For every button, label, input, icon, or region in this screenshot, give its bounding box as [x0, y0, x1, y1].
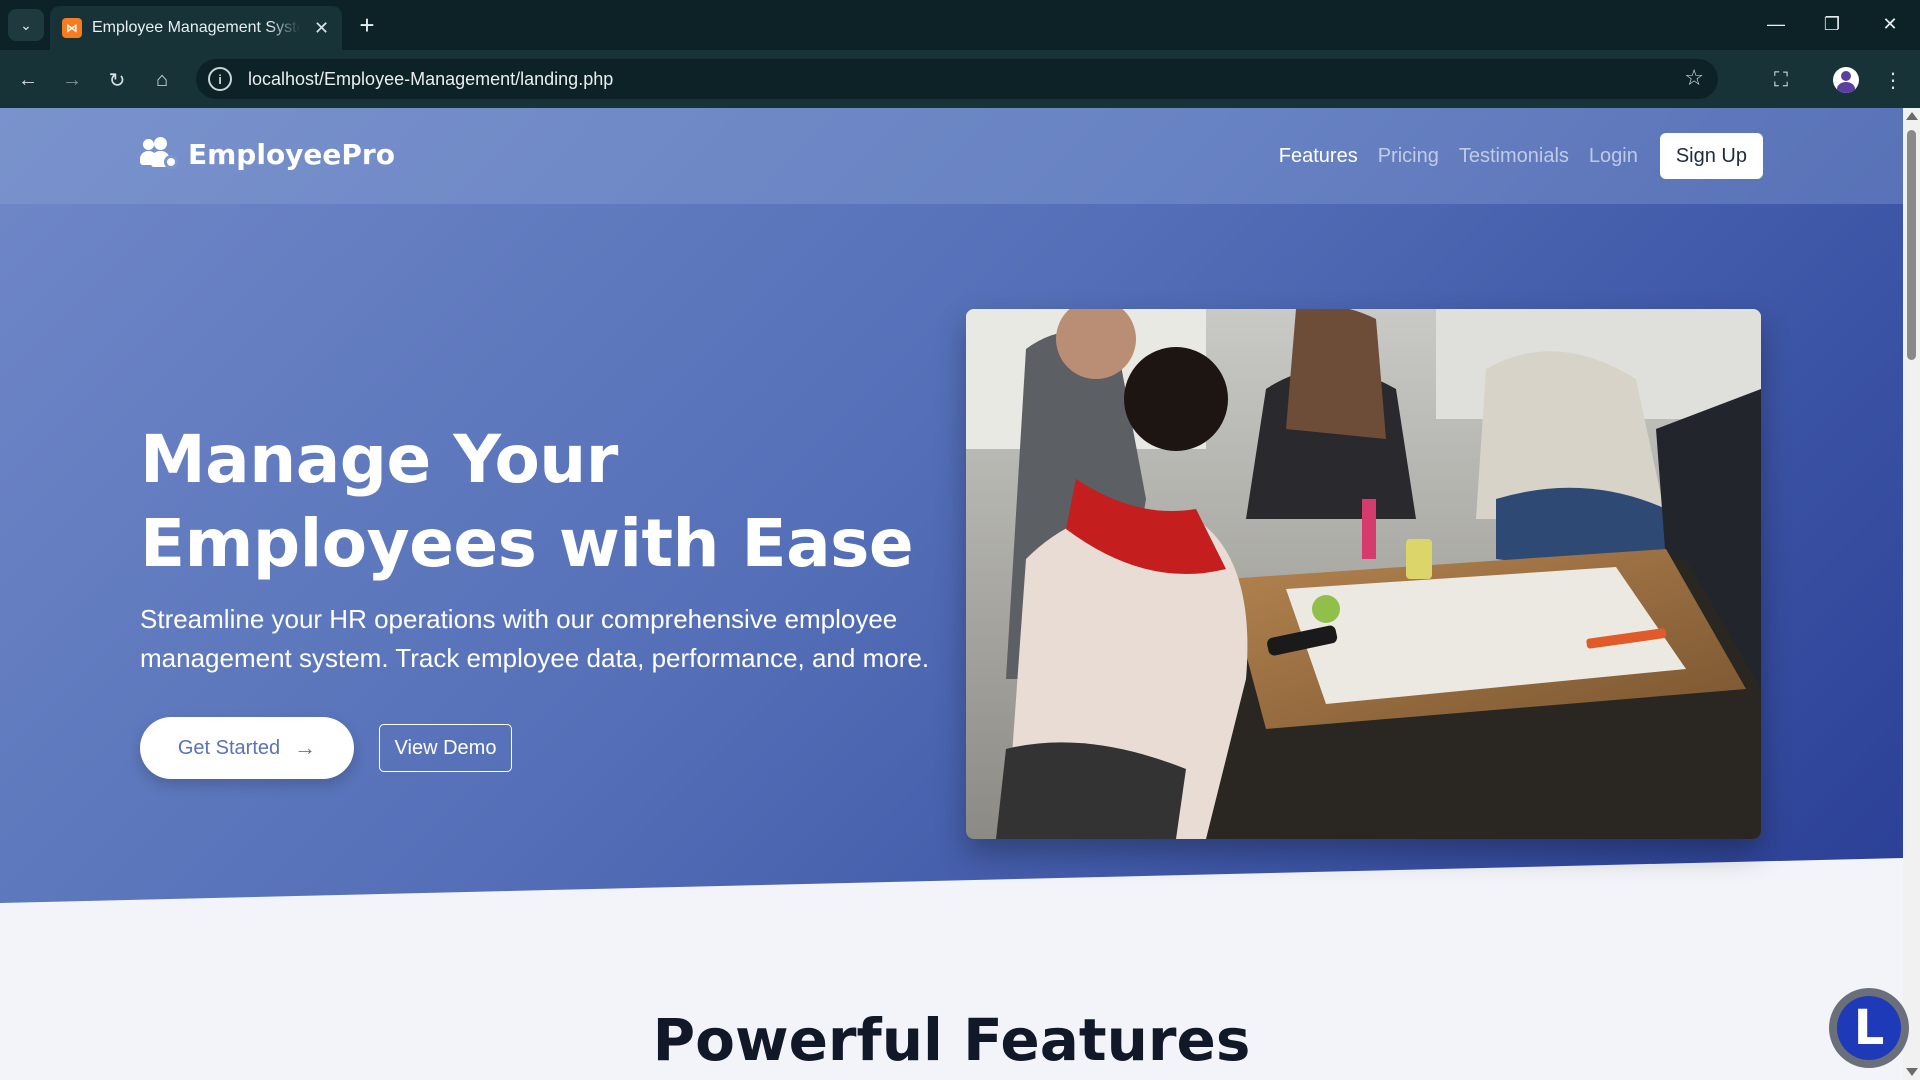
- close-window-icon[interactable]: ✕: [1870, 8, 1910, 40]
- browser-tab[interactable]: ⋈ Employee Management System ✕: [50, 6, 342, 50]
- site-navbar: EmployeePro Features Pricing Testimonial…: [0, 108, 1903, 204]
- tab-search-chevron-icon[interactable]: ⌄: [8, 9, 44, 41]
- brand-logo[interactable]: EmployeePro: [140, 136, 395, 171]
- brand-name: EmployeePro: [188, 138, 395, 171]
- scroll-up-arrow-icon[interactable]: [1906, 112, 1918, 120]
- hero-headline: Manage Your Employees with Ease: [140, 418, 940, 586]
- new-tab-plus-icon[interactable]: +: [352, 10, 382, 40]
- view-demo-button[interactable]: View Demo: [379, 724, 512, 772]
- page-scrollbar[interactable]: [1903, 108, 1920, 1080]
- back-arrow-icon[interactable]: ←: [12, 64, 44, 96]
- nav-link-login[interactable]: Login: [1589, 145, 1638, 168]
- address-bar[interactable]: i localhost/Employee-Management/landing.…: [196, 59, 1718, 99]
- hero-team-photo: [966, 309, 1761, 839]
- nav-links: Features Pricing Testimonials Login Sign…: [1279, 108, 1903, 204]
- users-gear-icon: [140, 136, 178, 171]
- extensions-puzzle-icon[interactable]: ⛶: [1763, 62, 1799, 98]
- page-viewport: EmployeePro Features Pricing Testimonial…: [0, 108, 1903, 1080]
- hero-lead-line-2: management system. Track employee data, …: [140, 643, 930, 673]
- get-started-label: Get Started: [177, 736, 281, 759]
- reload-icon[interactable]: ↻: [101, 64, 133, 96]
- restore-icon[interactable]: ❐: [1812, 8, 1852, 40]
- forward-arrow-icon[interactable]: →: [56, 64, 88, 96]
- nav-link-pricing[interactable]: Pricing: [1378, 145, 1439, 168]
- browser-tab-bar: ⌄ ⋈ Employee Management System ✕ + — ❐ ✕: [0, 0, 1920, 50]
- get-started-button[interactable]: Get Started →: [140, 717, 354, 779]
- floating-assistant-badge[interactable]: L: [1829, 988, 1909, 1068]
- hero-headline-line-1: Manage Your: [140, 421, 618, 498]
- hero-lead-text: Streamline your HR operations with our c…: [140, 600, 940, 678]
- nav-link-features[interactable]: Features: [1279, 145, 1358, 168]
- badge-letter: L: [1837, 996, 1901, 1060]
- team-photo-illustration: [966, 309, 1761, 839]
- scrollbar-thumb[interactable]: [1907, 130, 1916, 360]
- xampp-favicon-icon: ⋈: [62, 18, 82, 38]
- hero-headline-line-2: Employees with Ease: [140, 505, 914, 582]
- url-text[interactable]: localhost/Employee-Management/landing.ph…: [248, 69, 613, 90]
- home-icon[interactable]: ⌂: [146, 64, 178, 96]
- hero-lead-line-1: Streamline your HR operations with our c…: [140, 604, 898, 634]
- browser-menu-kebab-icon[interactable]: ⋮: [1875, 62, 1911, 98]
- bookmark-star-icon[interactable]: ☆: [1684, 65, 1704, 91]
- tab-close-icon[interactable]: ✕: [314, 18, 329, 39]
- profile-avatar[interactable]: [1828, 62, 1864, 98]
- scroll-down-arrow-icon[interactable]: [1906, 1068, 1918, 1076]
- signup-button[interactable]: Sign Up: [1659, 133, 1763, 179]
- features-section-title: Powerful Features: [652, 1006, 1251, 1074]
- site-info-icon[interactable]: i: [208, 67, 232, 91]
- browser-toolbar: ← → ↻ ⌂ i localhost/Employee-Management/…: [0, 50, 1920, 108]
- minimize-icon[interactable]: —: [1756, 8, 1796, 40]
- nav-link-testimonials[interactable]: Testimonials: [1459, 145, 1569, 168]
- tab-title: Employee Management System: [92, 19, 300, 36]
- arrow-right-icon: →: [294, 735, 317, 760]
